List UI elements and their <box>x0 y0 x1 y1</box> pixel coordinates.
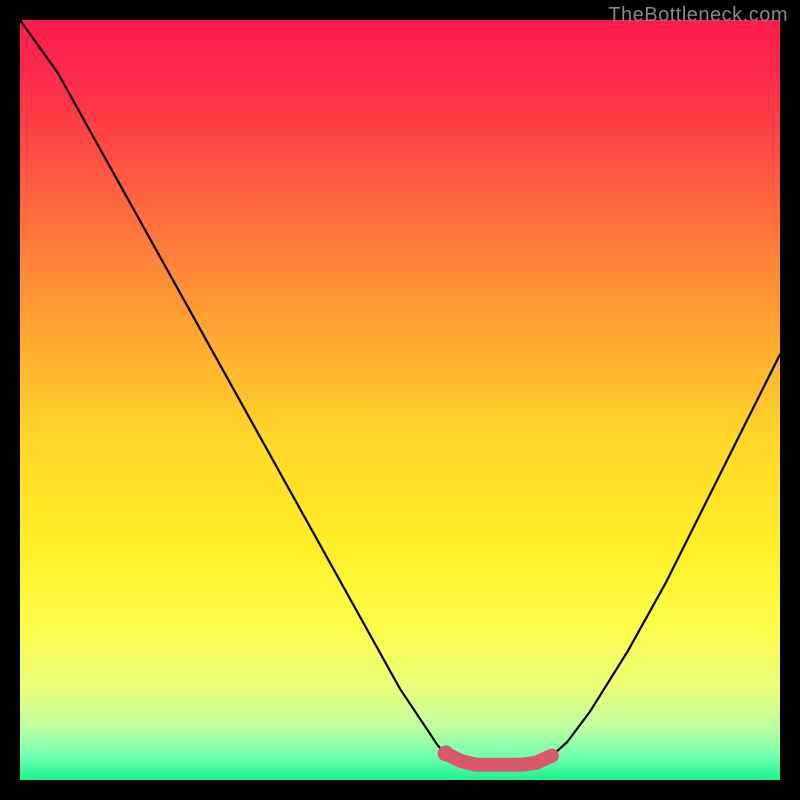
bottleneck-curve-line <box>20 20 780 765</box>
chart-plot-area <box>20 20 780 780</box>
optimal-range-highlight <box>446 753 552 764</box>
optimal-start-dot <box>438 745 454 761</box>
watermark-text: TheBottleneck.com <box>608 4 788 27</box>
chart-curve-layer <box>20 20 780 780</box>
